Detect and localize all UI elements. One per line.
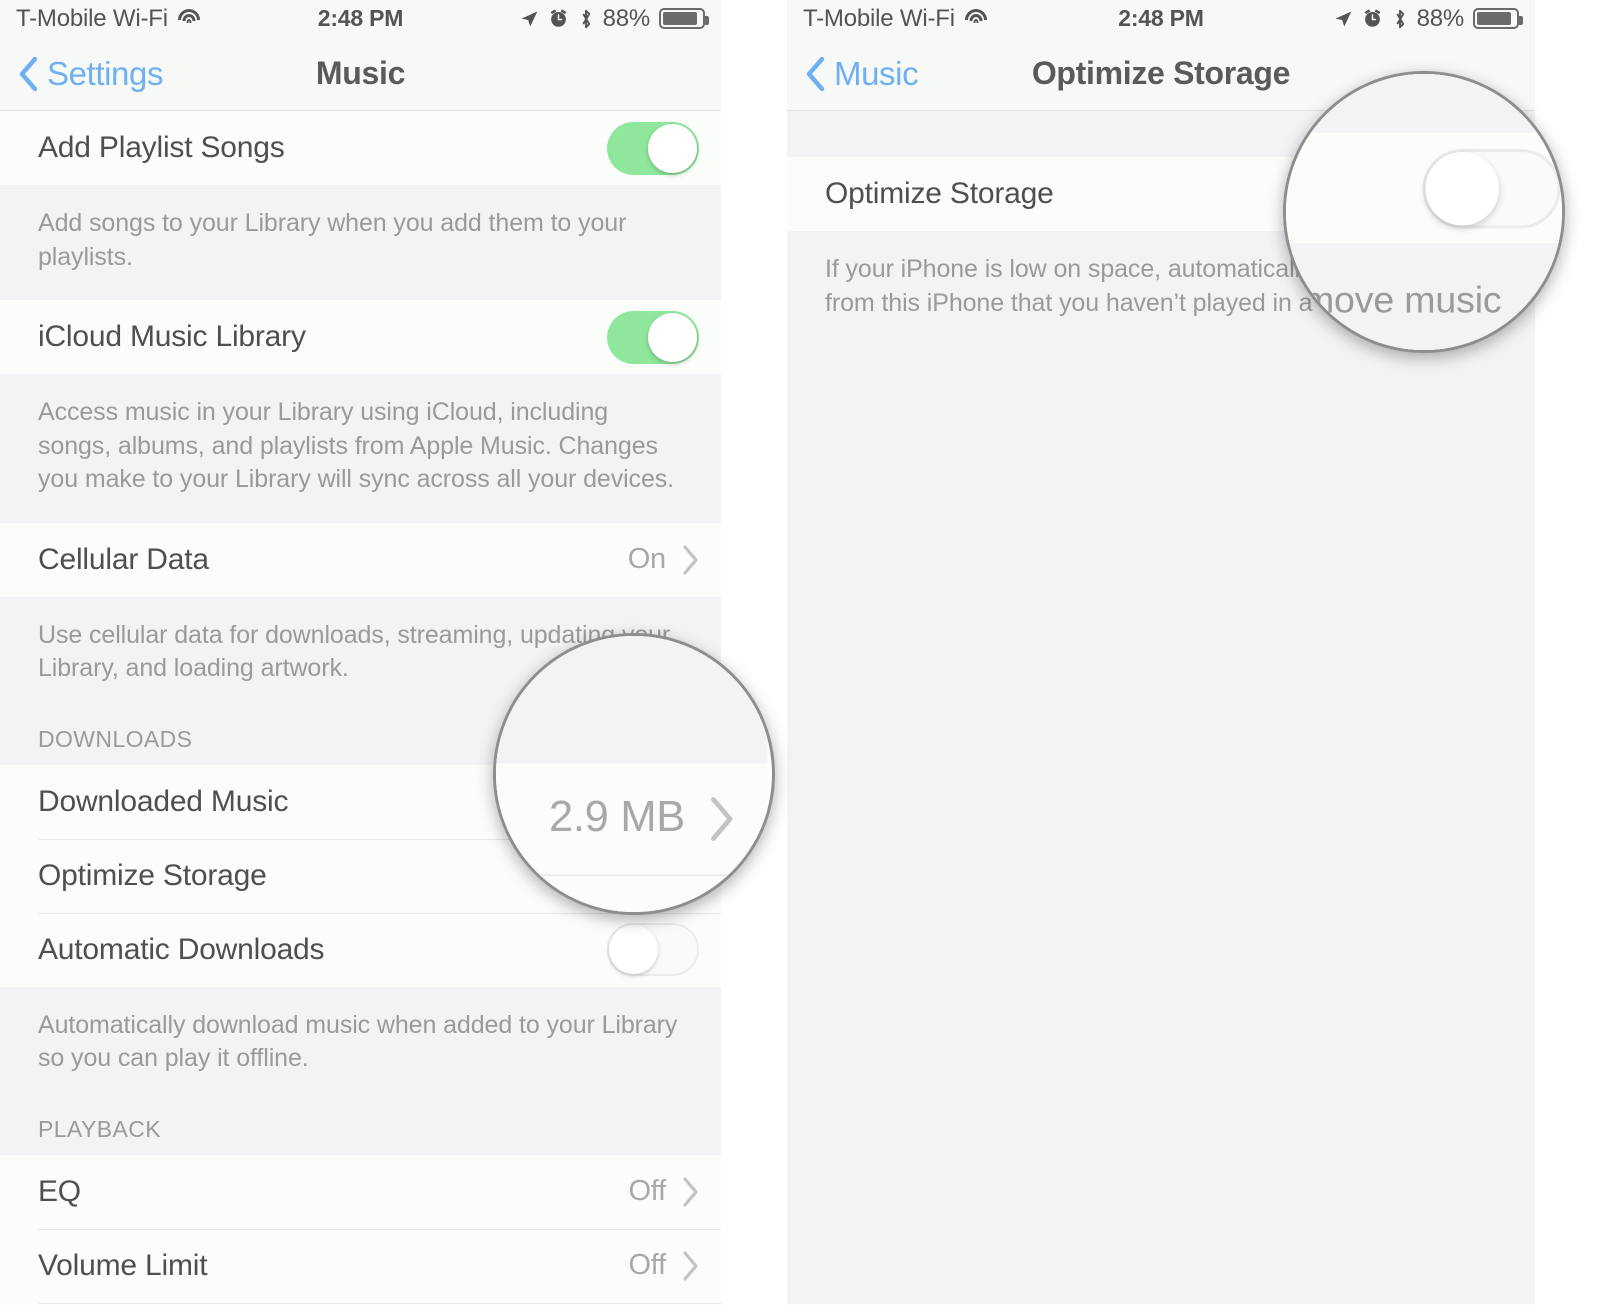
row-label: Optimize Storage	[825, 177, 1054, 210]
bluetooth-icon	[581, 9, 590, 28]
carrier-label: T-Mobile Wi-Fi	[803, 4, 955, 32]
chevron-right-icon	[683, 1250, 698, 1281]
optimize-storage-toggle[interactable]	[1422, 148, 1561, 228]
optimize-storage-toggle-magnifier: T-Mobile Wi-Fi 2:48 PM 88%	[1283, 71, 1565, 353]
footnote-optimize-storage: If your iPhone is low on space, automati…	[1286, 243, 1562, 350]
back-button-settings[interactable]: Settings	[18, 55, 163, 93]
row-downloaded-music[interactable]: Downloaded Music 2.9 MB	[496, 762, 768, 874]
status-bar-carrier-group: T-Mobile Wi-Fi	[16, 5, 201, 33]
settings-list-left: Add Playlist Songs Add songs to your Lib…	[496, 636, 768, 912]
right-phone-screen: T-Mobile Wi-Fi 2:48 PM 88%	[1286, 74, 1562, 350]
row-cellular-data[interactable]: Cellular Data On	[0, 522, 721, 597]
row-automatic-downloads[interactable]: Automatic Downloads	[0, 912, 721, 987]
row-accessory	[607, 121, 699, 175]
alarm-clock-icon	[550, 9, 566, 27]
wifi-icon	[964, 9, 988, 28]
back-button-label: Music	[834, 54, 919, 92]
back-button-label: Settings	[47, 54, 164, 92]
row-add-playlist-songs[interactable]: Add Playlist Songs	[0, 111, 721, 185]
add-playlist-songs-toggle[interactable]	[607, 121, 699, 175]
row-accessory: On	[628, 543, 699, 576]
chevron-right-icon	[683, 544, 698, 575]
chevron-left-icon	[806, 56, 825, 91]
battery-icon	[659, 8, 709, 29]
wifi-icon	[177, 9, 201, 28]
row-value: Off	[628, 1175, 666, 1207]
optimize-storage-row-magnifier: T-Mobile Wi-Fi 2:48 PM 88%	[493, 633, 775, 915]
row-label: Add Playlist Songs	[38, 131, 285, 164]
row-accessory	[607, 310, 699, 364]
footnote-automatic-downloads: Automatically download music when added …	[0, 986, 721, 1102]
list-bottom-filler	[787, 346, 1535, 1304]
row-eq[interactable]: EQ Off	[0, 1154, 721, 1229]
location-arrow-icon	[521, 11, 537, 26]
group-header-downloads: DOWNLOADS	[496, 683, 768, 763]
carrier-label: T-Mobile Wi-Fi	[16, 4, 168, 32]
row-label: iCloud Music Library	[38, 320, 306, 353]
automatic-downloads-toggle[interactable]	[607, 923, 699, 976]
top-spacer	[1286, 74, 1562, 133]
icloud-music-library-toggle[interactable]	[607, 310, 699, 364]
row-value: 2.9 MB	[548, 793, 685, 842]
row-accessory: 2.9 MB	[549, 794, 735, 844]
row-optimize-storage[interactable]: Optimize Storage On	[496, 873, 768, 912]
row-label: Cellular Data	[38, 542, 209, 576]
nav-bar-left: Settings Music	[0, 37, 721, 111]
status-bar-indicators: 88%	[1333, 4, 1523, 33]
chevron-left-icon	[19, 56, 38, 91]
row-value: On	[627, 543, 666, 575]
row-label: EQ	[38, 1174, 81, 1208]
left-phone-screen: T-Mobile Wi-Fi 2:48 PM 88%	[496, 636, 768, 912]
row-value: Off	[628, 1249, 666, 1281]
group-header-playback: PLAYBACK	[0, 1101, 721, 1155]
row-label: Volume Limit	[38, 1248, 208, 1282]
footnote-icloud-music-library: Access music in your Library using iClou…	[0, 374, 721, 523]
status-bar-indicators: 88%	[519, 4, 709, 33]
settings-list-right: Optimize Storage If your iPhone is low o…	[1286, 74, 1562, 350]
location-arrow-icon	[1335, 11, 1351, 26]
alarm-clock-icon	[1364, 9, 1380, 27]
status-bar-carrier-group: T-Mobile Wi-Fi	[803, 5, 988, 33]
battery-icon	[1473, 8, 1523, 29]
chevron-right-icon	[711, 796, 733, 841]
row-volume-limit[interactable]: Volume Limit Off	[0, 1228, 721, 1303]
screenshot-stage: T-Mobile Wi-Fi 2:48 PM 88% Settings Musi…	[0, 0, 1600, 1305]
row-accessory: Off	[628, 1249, 699, 1282]
chevron-right-icon	[683, 1176, 698, 1207]
row-optimize-storage[interactable]: Optimize Storage	[1286, 132, 1562, 244]
footnote-add-playlist-songs: Add songs to your Library when you add t…	[0, 185, 721, 300]
battery-percent-label: 88%	[1416, 4, 1465, 32]
bluetooth-icon	[1395, 9, 1404, 28]
row-accessory	[607, 923, 699, 976]
row-accessory	[1422, 148, 1561, 228]
row-label: Optimize Storage	[38, 858, 267, 892]
footnote-cellular-data: Use cellular data for downloads, streami…	[496, 636, 768, 684]
row-label: Automatic Downloads	[38, 932, 325, 966]
row-accessory: Off	[628, 1175, 699, 1208]
row-icloud-music-library[interactable]: iCloud Music Library	[0, 300, 721, 374]
back-button-music[interactable]: Music	[805, 54, 919, 93]
battery-percent-label: 88%	[602, 4, 651, 32]
status-bar-left: T-Mobile Wi-Fi 2:48 PM 88%	[0, 0, 721, 37]
status-bar-right: T-Mobile Wi-Fi 2:48 PM 88%	[787, 0, 1535, 37]
row-label: Downloaded Music	[38, 784, 289, 818]
